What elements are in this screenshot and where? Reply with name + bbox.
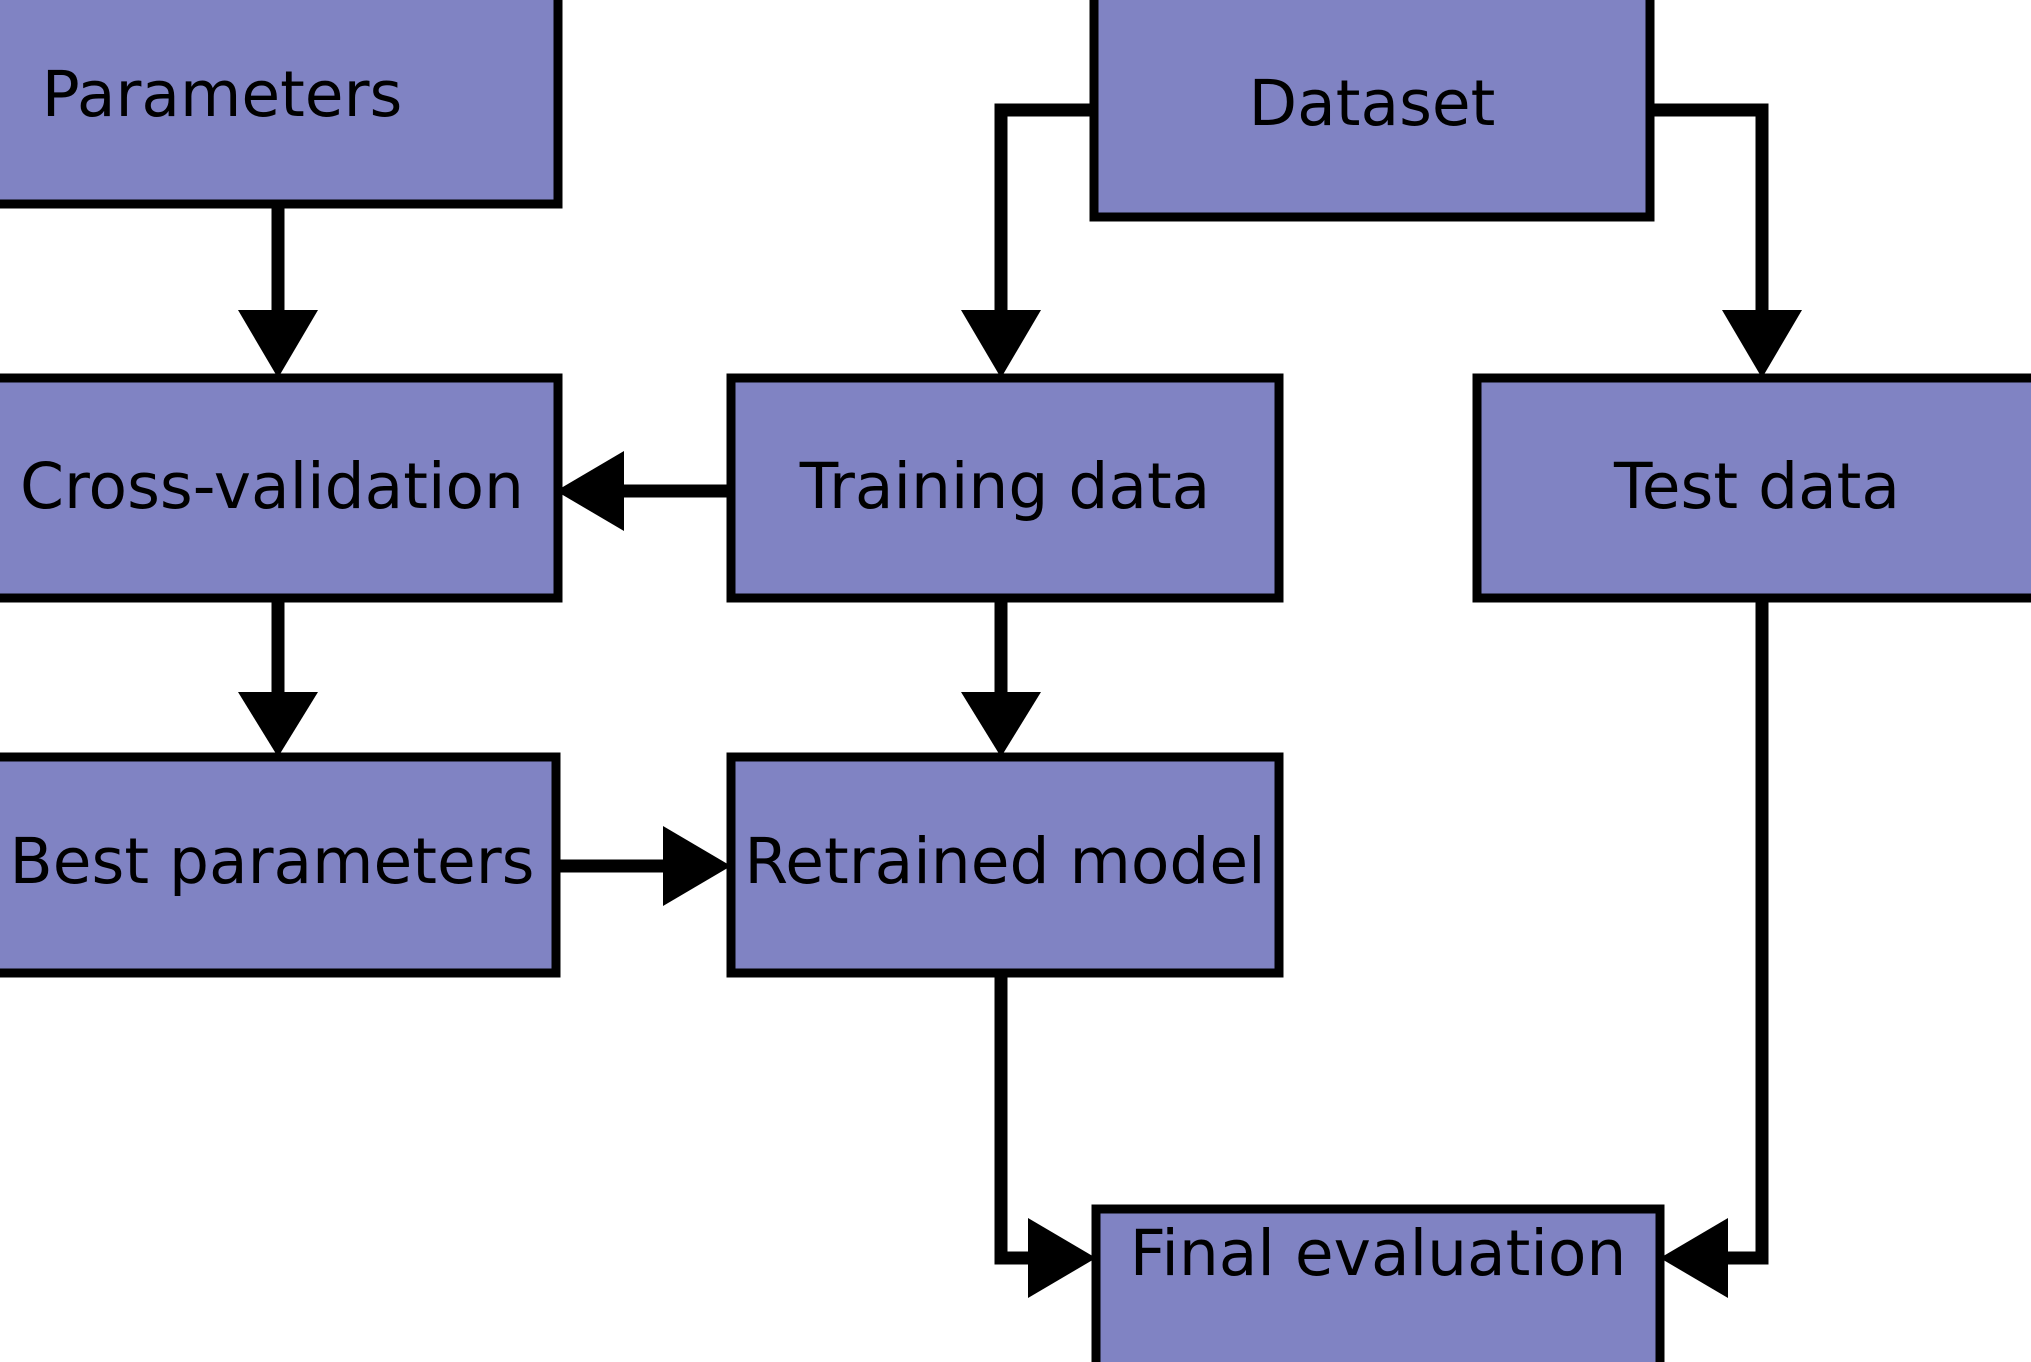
node-best-parameters-label: Best parameters xyxy=(10,825,535,898)
edge-training-data-to-retrained-model xyxy=(961,598,1041,757)
node-training-data[interactable]: Training data xyxy=(726,373,1284,603)
node-dataset[interactable]: Dataset xyxy=(1089,0,1655,222)
edge-dataset-to-training-data xyxy=(961,103,1094,378)
edge-training-data-to-cross-validation xyxy=(556,451,731,531)
edge-best-parameters-to-retrained-model xyxy=(556,826,731,906)
edge-retrained-model-to-final-evaluation xyxy=(994,973,1096,1298)
node-retrained-model[interactable]: Retrained model xyxy=(726,752,1284,978)
node-cross-validation-label: Cross-validation xyxy=(20,450,524,523)
edge-cross-validation-to-best-parameters xyxy=(238,598,318,757)
node-cross-validation[interactable]: Cross-validation xyxy=(0,373,563,603)
node-final-evaluation[interactable]: Final evaluation xyxy=(1091,1204,1665,1362)
node-parameters-label: Parameters xyxy=(42,58,403,131)
node-test-data-label: Test data xyxy=(1613,450,1900,523)
node-best-parameters[interactable]: Best parameters xyxy=(0,752,561,978)
node-final-evaluation-label: Final evaluation xyxy=(1130,1217,1627,1290)
node-retrained-model-label: Retrained model xyxy=(744,825,1265,898)
node-training-data-label: Training data xyxy=(799,450,1211,523)
edge-parameters-to-cross-validation xyxy=(238,204,318,378)
node-dataset-label: Dataset xyxy=(1249,67,1496,140)
flowchart-canvas: Parameters Dataset Cross-validation Trai… xyxy=(0,0,2031,1362)
edge-test-data-to-final-evaluation xyxy=(1660,598,1769,1298)
node-parameters[interactable]: Parameters xyxy=(0,0,563,209)
node-test-data[interactable]: Test data xyxy=(1472,373,2031,603)
flowchart-svg: Parameters Dataset Cross-validation Trai… xyxy=(0,0,2031,1362)
edge-dataset-to-test-data xyxy=(1650,103,1802,378)
